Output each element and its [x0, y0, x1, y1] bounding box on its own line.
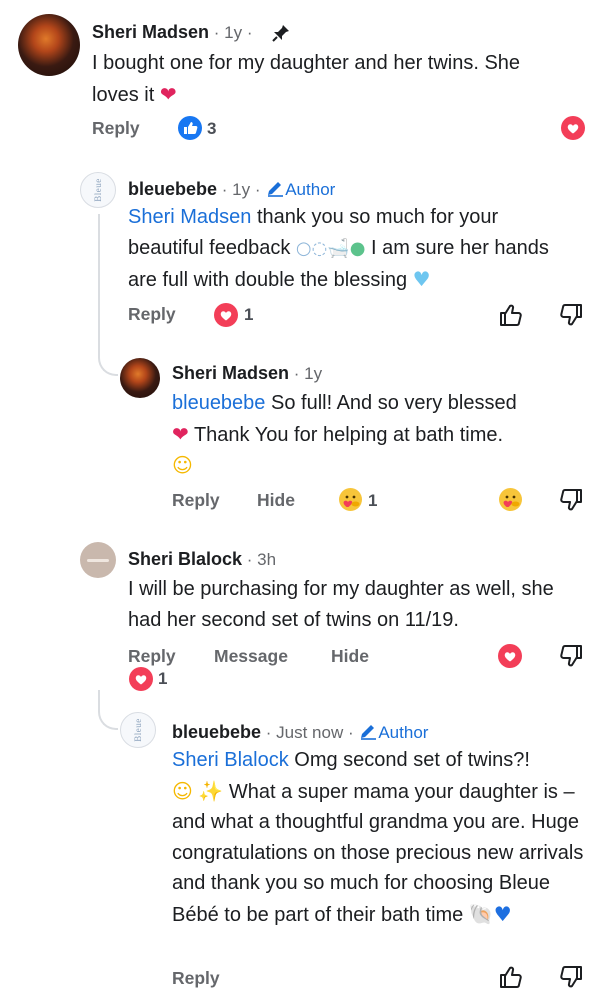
blue-heart-emoji: ♥ — [412, 267, 431, 291]
author-badge: Author — [265, 180, 335, 199]
author-badge: Author — [358, 723, 428, 742]
thumbs-up-outline-icon[interactable] — [498, 964, 524, 990]
author-name[interactable]: Sheri Blalock — [128, 549, 242, 569]
reply-button[interactable]: Reply — [128, 304, 176, 325]
bathtub-emoji: 🛁 — [327, 237, 350, 259]
comment-text: bleuebebe So full! And so very blessed ❤ … — [172, 392, 517, 477]
reaction-count[interactable]: 1 — [368, 491, 377, 511]
blue-heart-emoji: ♥ — [493, 901, 512, 926]
pencil-icon — [358, 723, 378, 746]
avatar[interactable] — [18, 14, 80, 76]
pin-icon — [272, 24, 290, 42]
like-icon — [178, 116, 202, 140]
timestamp[interactable]: 3h — [257, 550, 276, 569]
thumbs-up-outline-icon[interactable] — [498, 302, 524, 328]
care-icon — [338, 487, 363, 512]
comment-text: I will be purchasing for my daughter as … — [128, 578, 554, 631]
timestamp[interactable]: Just now — [276, 723, 343, 742]
author-name[interactable]: bleuebebe — [128, 179, 217, 199]
timestamp[interactable]: 1y — [232, 180, 250, 199]
comment-text: I bought one for my daughter and her twi… — [92, 52, 521, 106]
comment-header: bleuebebe · Just now · Author — [172, 720, 428, 743]
thread-line — [98, 214, 118, 376]
thumbs-down-outline-icon[interactable] — [558, 487, 584, 513]
love-icon — [214, 303, 238, 327]
reply-button[interactable]: Reply — [128, 646, 176, 667]
comment-header: Sheri Madsen · 1y — [172, 363, 323, 383]
comment-text: Sheri Madsen thank you so much for your … — [128, 206, 549, 291]
mention-link[interactable]: Sheri Blalock — [172, 749, 289, 771]
bath-emojis: ○◌ — [295, 237, 328, 259]
author-name[interactable]: bleuebebe — [172, 722, 261, 742]
hide-button[interactable]: Hide — [257, 490, 295, 511]
soap-emoji: ● — [349, 237, 366, 259]
mention-link[interactable]: bleuebebe — [172, 392, 265, 414]
love-react-button[interactable] — [498, 644, 522, 668]
reply-button[interactable]: Reply — [172, 968, 220, 989]
mention-link[interactable]: Sheri Madsen — [128, 206, 251, 228]
shell-emoji: 🐚 — [468, 901, 494, 926]
message-button[interactable]: Message — [214, 646, 288, 667]
timestamp[interactable]: 1y — [224, 23, 242, 42]
avatar[interactable] — [80, 542, 116, 578]
heart-emoji: ❤ — [159, 81, 177, 106]
love-react-button[interactable] — [561, 116, 585, 140]
thread-line — [98, 690, 118, 730]
thumbs-down-outline-icon[interactable] — [558, 964, 584, 990]
hide-button[interactable]: Hide — [331, 646, 369, 667]
avatar[interactable]: Bleue — [120, 712, 156, 748]
comment-header: Sheri Blalock · 3h — [128, 549, 277, 569]
reply-button[interactable]: Reply — [92, 118, 140, 139]
reaction-count[interactable]: 3 — [207, 119, 216, 139]
heart-emoji: ❤ — [172, 421, 189, 446]
thumbs-down-outline-icon[interactable] — [558, 643, 584, 669]
timestamp[interactable]: 1y — [304, 364, 322, 383]
love-icon — [129, 667, 153, 691]
author-name[interactable]: Sheri Madsen — [172, 363, 289, 383]
reply-button[interactable]: Reply — [172, 490, 220, 511]
reaction-count[interactable]: 1 — [158, 669, 167, 689]
sparkles-emoji: ✨ — [198, 778, 224, 803]
care-react-button[interactable] — [498, 487, 523, 512]
pencil-icon — [265, 180, 285, 203]
avatar[interactable] — [120, 358, 160, 398]
pleading-emoji: ☺ — [172, 778, 193, 803]
comment-header: Sheri Madsen · 1y · — [92, 22, 253, 42]
avatar[interactable]: Bleue — [80, 172, 116, 208]
reaction-count[interactable]: 1 — [244, 305, 253, 325]
thumbs-down-outline-icon[interactable] — [558, 302, 584, 328]
comment-header: bleuebebe · 1y · Author — [128, 177, 335, 200]
smile-emoji: ☺ — [172, 453, 193, 477]
author-name[interactable]: Sheri Madsen — [92, 22, 209, 42]
comment-text: Sheri Blalock Omg second set of twins?! ☺… — [172, 749, 584, 926]
